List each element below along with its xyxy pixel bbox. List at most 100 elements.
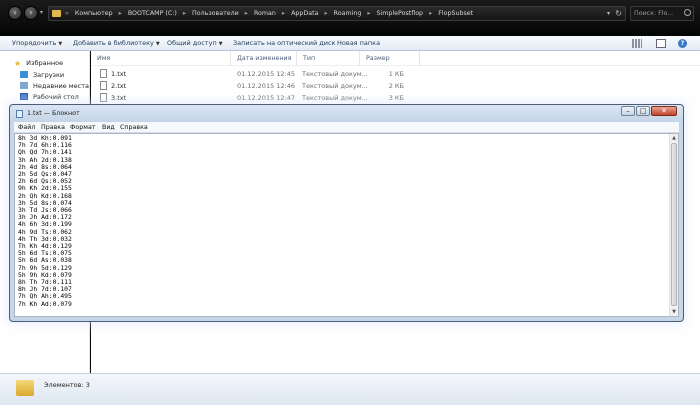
text-line: 7h Kh Ad:0.079 — [18, 299, 72, 308]
menu-help[interactable]: Справка — [120, 122, 148, 133]
status-bar: Элементов: 3 — [0, 373, 700, 405]
recent-places-icon — [20, 82, 28, 89]
file-name: 1.txt — [111, 70, 127, 78]
file-size: 1 КБ — [388, 70, 404, 78]
search-icon[interactable] — [684, 9, 691, 16]
nav-item-favorites[interactable]: ★ Избранное — [14, 58, 63, 68]
file-row[interactable]: 1.txt 01.12.2015 12:45 Текстовый докум..… — [91, 68, 700, 80]
breadcrumb-separator-icon[interactable]: ▸ — [183, 7, 186, 20]
folder-icon — [52, 10, 61, 17]
breadcrumb-item[interactable]: AppData — [291, 7, 318, 20]
nav-item-recent[interactable]: Недавние места — [20, 81, 89, 91]
nav-item-downloads[interactable]: Загрузки — [20, 70, 64, 80]
add-to-library-button[interactable]: Добавить в библиотеку ▼ — [73, 36, 160, 51]
view-options-icon[interactable] — [632, 39, 642, 48]
forward-button[interactable]: › — [24, 6, 38, 20]
breadcrumb-item[interactable]: Пользователи — [192, 7, 239, 20]
back-button[interactable]: ‹ — [8, 6, 22, 20]
new-folder-button[interactable]: Новая папка — [337, 36, 380, 51]
chevron-down-icon: ▼ — [218, 41, 223, 47]
column-headers: Имя Дата изменения Тип Размер — [91, 51, 700, 66]
preview-pane-icon[interactable] — [656, 39, 666, 48]
menu-view[interactable]: Вид — [102, 122, 115, 133]
editor-text[interactable]: 8h 3d Kh:0.091 7h 7d 6h:0.116 Qh Qd 7h:0… — [18, 134, 666, 315]
refresh-icon[interactable]: ↻ — [615, 7, 622, 20]
maximize-button[interactable]: □ — [636, 106, 650, 116]
scroll-up-icon[interactable]: ▲ — [670, 134, 678, 142]
nav-item-label: Недавние места — [33, 82, 89, 90]
column-date[interactable]: Дата изменения — [231, 51, 297, 66]
nav-item-label: Загрузки — [33, 71, 65, 79]
organize-label: Упорядочить — [12, 39, 57, 47]
breadcrumb-chevron-icon[interactable]: » — [65, 7, 69, 20]
share-button[interactable]: Общий доступ ▼ — [167, 36, 223, 51]
breadcrumb-item[interactable]: BOOTCAMP (C:) — [128, 7, 177, 20]
menu-bar: Файл Правка Формат Вид Справка — [14, 122, 679, 133]
vertical-scrollbar[interactable]: ▲ ▼ — [669, 134, 678, 316]
window-title: 1.txt — Блокнот — [27, 110, 80, 117]
menu-format[interactable]: Формат — [70, 122, 96, 133]
breadcrumb-item[interactable]: Roaming — [334, 7, 362, 20]
breadcrumb-item[interactable]: Roman — [254, 7, 276, 20]
breadcrumb: » Компьютер ▸ BOOTCAMP (C:) ▸ Пользовате… — [65, 7, 477, 20]
star-icon: ★ — [14, 59, 22, 68]
breadcrumb-separator-icon[interactable]: ▸ — [324, 7, 327, 20]
text-file-icon — [100, 69, 107, 78]
search-box[interactable]: Поиск: Flo... — [630, 6, 694, 21]
notepad-titlebar[interactable]: 1.txt — Блокнот – □ ✕ — [10, 105, 683, 123]
scroll-down-icon[interactable]: ▼ — [670, 308, 678, 316]
nav-item-label: Избранное — [26, 59, 64, 67]
file-row[interactable]: 3.txt 01.12.2015 12:47 Текстовый докум..… — [91, 92, 700, 104]
breadcrumb-separator-icon[interactable]: ▸ — [282, 7, 285, 20]
chevron-down-icon: ▼ — [58, 41, 63, 47]
column-size[interactable]: Размер — [360, 51, 420, 66]
file-row[interactable]: 2.txt 01.12.2015 12:46 Текстовый докум..… — [91, 80, 700, 92]
command-bar: Упорядочить ▼ Добавить в библиотеку ▼ Общи… — [0, 36, 700, 51]
column-type[interactable]: Тип — [297, 51, 360, 66]
file-size: 2 КБ — [388, 82, 404, 90]
minimize-button[interactable]: – — [621, 106, 635, 116]
text-file-icon — [100, 81, 107, 90]
address-dropdown-icon[interactable]: ▾ — [607, 7, 610, 20]
desktop-icon — [20, 93, 28, 100]
file-size: 3 КБ — [388, 94, 404, 102]
share-label: Общий доступ — [167, 39, 217, 47]
address-bar[interactable]: » Компьютер ▸ BOOTCAMP (C:) ▸ Пользовате… — [48, 6, 626, 21]
text-file-icon — [100, 93, 107, 102]
add-to-library-label: Добавить в библиотеку — [73, 39, 154, 47]
notepad-icon — [16, 110, 23, 118]
close-button[interactable]: ✕ — [651, 106, 677, 116]
file-name: 3.txt — [111, 94, 127, 102]
scrollbar-thumb[interactable] — [671, 143, 677, 306]
folder-icon — [16, 380, 34, 396]
column-name[interactable]: Имя — [91, 51, 231, 66]
nav-item-desktop[interactable]: Рабочий стол — [20, 92, 79, 102]
breadcrumb-separator-icon[interactable]: ▸ — [429, 7, 432, 20]
nav-item-label: Рабочий стол — [33, 93, 79, 101]
chevron-down-icon: ▼ — [155, 41, 160, 47]
breadcrumb-item[interactable]: FlopSubset — [438, 7, 473, 20]
menu-file[interactable]: Файл — [18, 122, 35, 133]
file-date: 01.12.2015 12:45 — [237, 70, 296, 78]
breadcrumb-separator-icon[interactable]: ▸ — [245, 7, 248, 20]
menu-edit[interactable]: Правка — [41, 122, 65, 133]
file-date: 01.12.2015 12:47 — [237, 94, 296, 102]
file-type: Текстовый докум... — [302, 94, 368, 102]
search-input[interactable]: Поиск: Flo... — [634, 7, 684, 20]
breadcrumb-item[interactable]: SimplePostflop — [377, 7, 424, 20]
breadcrumb-separator-icon[interactable]: ▸ — [367, 7, 370, 20]
explorer-titlebar: ‹ › ▾ » Компьютер ▸ BOOTCAMP (C:) ▸ Поль… — [0, 0, 700, 36]
organize-button[interactable]: Упорядочить ▼ — [12, 36, 62, 51]
file-name: 2.txt — [111, 82, 127, 90]
file-type: Текстовый докум... — [302, 82, 368, 90]
item-count: Элементов: 3 — [44, 381, 90, 389]
recent-pages-dropdown[interactable]: ▾ — [40, 9, 43, 16]
downloads-icon — [20, 71, 28, 78]
breadcrumb-separator-icon[interactable]: ▸ — [119, 7, 122, 20]
file-date: 01.12.2015 12:46 — [237, 82, 296, 90]
text-editor[interactable]: 8h 3d Kh:0.091 7h 7d 6h:0.116 Qh Qd 7h:0… — [14, 133, 679, 317]
breadcrumb-item[interactable]: Компьютер — [75, 7, 113, 20]
burn-button[interactable]: Записать на оптический диск — [233, 36, 335, 51]
file-type: Текстовый докум... — [302, 70, 368, 78]
help-icon[interactable]: ? — [678, 39, 687, 48]
